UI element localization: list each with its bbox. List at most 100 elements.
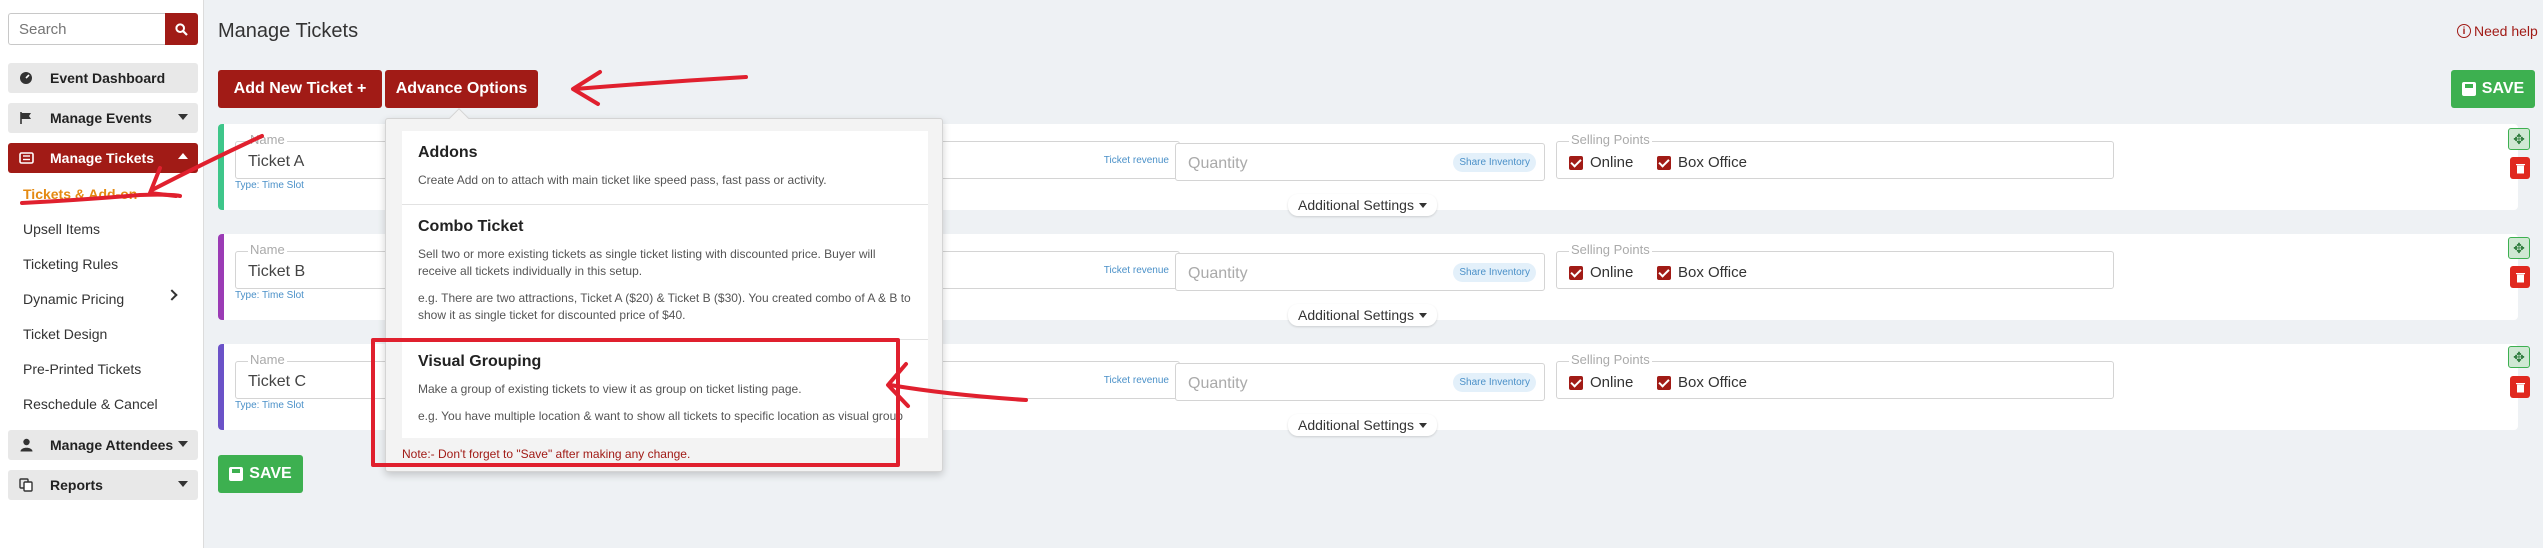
ticket-revenue-tag[interactable]: Ticket revenue bbox=[1104, 265, 1169, 276]
search-box bbox=[8, 13, 198, 45]
menu-item-title: Combo Ticket bbox=[418, 218, 524, 235]
share-inventory-button[interactable]: Share Inventory bbox=[1453, 153, 1536, 172]
chevron-right-icon bbox=[166, 289, 178, 301]
online-checkbox[interactable]: Online bbox=[1569, 154, 1633, 171]
delete-ticket-button[interactable] bbox=[2510, 266, 2530, 288]
sidebar-item-reports[interactable]: Reports bbox=[8, 470, 198, 500]
selling-points-field: Selling Points Online Box Office bbox=[1556, 352, 2114, 399]
selling-points-field: Selling Points Online Box Office bbox=[1556, 132, 2114, 179]
ticket-color-stripe bbox=[218, 124, 224, 210]
online-checkbox[interactable]: Online bbox=[1569, 374, 1633, 391]
field-label: Name bbox=[248, 352, 287, 367]
ticket-type-label: Type: Time Slot bbox=[235, 290, 304, 301]
menu-item-desc: Create Add on to attach with main ticket… bbox=[418, 173, 827, 187]
save-button-bottom[interactable]: SAVE bbox=[218, 455, 303, 493]
ticket-type-label: Type: Time Slot bbox=[235, 400, 304, 411]
add-new-ticket-button[interactable]: Add New Ticket + bbox=[218, 70, 382, 108]
sidebar-subitem-dynamic-pricing[interactable]: Dynamic Pricing bbox=[23, 288, 124, 310]
delete-ticket-button[interactable] bbox=[2510, 376, 2530, 398]
user-icon bbox=[18, 438, 34, 452]
sidebar-item-manage-attendees[interactable]: Manage Attendees bbox=[8, 430, 198, 460]
field-label: Selling Points bbox=[1569, 352, 1652, 367]
menu-item-title: Addons bbox=[418, 144, 478, 161]
sidebar-subitem-ticketing-rules[interactable]: Ticketing Rules bbox=[23, 253, 118, 275]
sidebar-item-event-dashboard[interactable]: Event Dashboard bbox=[8, 63, 198, 93]
sidebar-item-label: Event Dashboard bbox=[50, 70, 166, 86]
box-office-checkbox[interactable]: Box Office bbox=[1657, 154, 1747, 171]
checkbox-icon bbox=[1657, 155, 1671, 170]
ticket-icon bbox=[18, 152, 34, 164]
sidebar-subitem-reschedule-cancel[interactable]: Reschedule & Cancel bbox=[23, 393, 158, 415]
box-office-label: Box Office bbox=[1678, 374, 1747, 391]
search-input[interactable] bbox=[8, 13, 165, 45]
ticket-name-value: Ticket A bbox=[248, 153, 305, 170]
sidebar-item-manage-events[interactable]: Manage Events bbox=[8, 103, 198, 133]
menu-item-example: e.g. There are two attractions, Ticket A… bbox=[418, 291, 911, 322]
trash-icon bbox=[2515, 163, 2525, 173]
advance-options-button[interactable]: Advance Options bbox=[385, 70, 538, 108]
sidebar-item-manage-tickets[interactable]: Manage Tickets bbox=[8, 143, 198, 173]
move-ticket-button[interactable]: ✥ bbox=[2508, 128, 2530, 150]
dropdown-pointer bbox=[449, 108, 469, 128]
additional-settings-toggle[interactable]: Additional Settings bbox=[1288, 304, 1437, 326]
search-button[interactable] bbox=[165, 13, 198, 45]
online-label: Online bbox=[1590, 154, 1634, 171]
flag-icon bbox=[18, 111, 34, 125]
box-office-label: Box Office bbox=[1678, 264, 1747, 281]
need-help-link[interactable]: i Need help bbox=[2457, 23, 2538, 39]
ticket-revenue-tag[interactable]: Ticket revenue bbox=[1104, 375, 1169, 386]
online-label: Online bbox=[1590, 374, 1634, 391]
menu-item-desc: Sell two or more existing tickets as sin… bbox=[418, 247, 876, 278]
menu-item-combo-ticket[interactable]: Combo Ticket Sell two or more existing t… bbox=[402, 204, 928, 339]
sidebar: Event Dashboard Manage Events Manage Tic… bbox=[0, 0, 204, 548]
move-icon: ✥ bbox=[2513, 130, 2525, 147]
sidebar-subitem-pre-printed-tickets[interactable]: Pre-Printed Tickets bbox=[23, 358, 141, 380]
sidebar-subitem-tickets-addon[interactable]: Tickets & Add-on bbox=[23, 183, 137, 205]
quantity-field[interactable]: Quantity Share Inventory bbox=[1175, 143, 1545, 181]
move-ticket-button[interactable]: ✥ bbox=[2508, 237, 2530, 259]
search-icon bbox=[175, 22, 188, 36]
move-ticket-button[interactable]: ✥ bbox=[2508, 346, 2530, 368]
ticket-color-stripe bbox=[218, 344, 224, 430]
quantity-placeholder: Quantity bbox=[1188, 155, 1248, 172]
share-inventory-button[interactable]: Share Inventory bbox=[1453, 263, 1536, 282]
menu-item-addons[interactable]: Addons Create Add on to attach with main… bbox=[402, 131, 928, 204]
move-icon: ✥ bbox=[2513, 239, 2525, 256]
gauge-icon bbox=[18, 71, 34, 85]
highlight-box-annotation bbox=[371, 338, 900, 467]
copy-icon bbox=[18, 478, 34, 492]
box-office-label: Box Office bbox=[1678, 154, 1747, 171]
selling-points-field: Selling Points Online Box Office bbox=[1556, 242, 2114, 289]
ticket-name-value: Ticket C bbox=[248, 373, 307, 390]
save-button-top[interactable]: SAVE bbox=[2451, 70, 2535, 108]
sidebar-subitem-upsell-items[interactable]: Upsell Items bbox=[23, 218, 100, 240]
online-label: Online bbox=[1590, 264, 1634, 281]
box-office-checkbox[interactable]: Box Office bbox=[1657, 374, 1747, 391]
trash-icon bbox=[2515, 382, 2525, 392]
ticket-revenue-tag[interactable]: Ticket revenue bbox=[1104, 155, 1169, 166]
trash-icon bbox=[2515, 272, 2525, 282]
arrow-annotation-advance-options bbox=[571, 70, 748, 106]
share-inventory-button[interactable]: Share Inventory bbox=[1453, 373, 1536, 392]
save-icon bbox=[2461, 82, 2476, 96]
quantity-field[interactable]: Quantity Share Inventory bbox=[1175, 253, 1545, 291]
sidebar-subitem-ticket-design[interactable]: Ticket Design bbox=[23, 323, 107, 345]
quantity-field[interactable]: Quantity Share Inventory bbox=[1175, 363, 1545, 401]
chevron-down-icon bbox=[178, 441, 188, 447]
box-office-checkbox[interactable]: Box Office bbox=[1657, 264, 1747, 281]
field-label: Selling Points bbox=[1569, 132, 1652, 147]
checkbox-icon bbox=[1657, 265, 1671, 280]
need-help-label: Need help bbox=[2474, 23, 2538, 39]
sidebar-item-label: Reports bbox=[50, 477, 103, 493]
online-checkbox[interactable]: Online bbox=[1569, 264, 1633, 281]
additional-settings-toggle[interactable]: Additional Settings bbox=[1288, 194, 1437, 216]
save-label: SAVE bbox=[249, 465, 292, 482]
additional-settings-toggle[interactable]: Additional Settings bbox=[1288, 414, 1437, 436]
delete-ticket-button[interactable] bbox=[2510, 157, 2530, 179]
field-label: Name bbox=[248, 132, 287, 147]
ticket-color-stripe bbox=[218, 234, 224, 320]
checkbox-icon bbox=[1569, 155, 1583, 170]
page-title: Manage Tickets bbox=[218, 20, 359, 42]
move-icon: ✥ bbox=[2513, 348, 2525, 365]
chevron-down-icon bbox=[178, 481, 188, 487]
